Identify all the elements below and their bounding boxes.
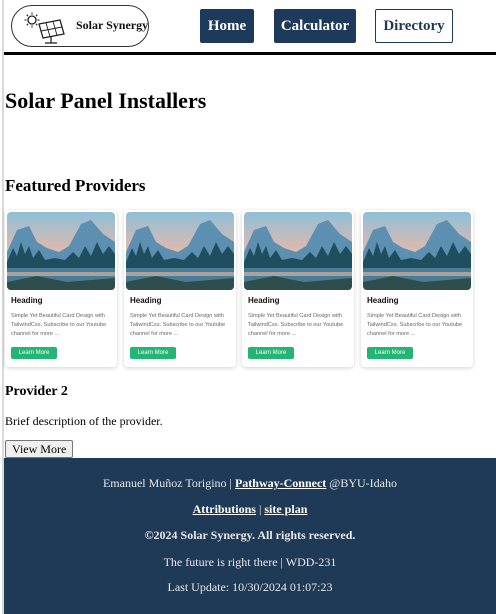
featured-providers-heading: Featured Providers <box>5 176 146 195</box>
footer-separator: | <box>258 502 262 516</box>
card-description: Simple Yet Beautiful Card Design with Ta… <box>367 313 463 337</box>
solar-panel-logo-icon <box>24 12 65 44</box>
landscape-image <box>126 212 234 290</box>
nav-directory-button[interactable]: Directory <box>375 9 453 43</box>
footer-copyright: ©2024 Solar Synergy. All rights reserved… <box>144 528 356 542</box>
provider-cards: Heading Simple Yet Beautiful Card Design… <box>5 210 475 368</box>
brand-name: Solar Synergy <box>76 18 149 32</box>
brand-logo[interactable]: Solar Synergy <box>11 5 149 47</box>
site-header: Solar Synergy Home Calculator Directory <box>0 0 496 55</box>
footer-last-update: Last Update: 10/30/2024 01:07:23 <box>167 580 333 594</box>
card-description: Simple Yet Beautiful Card Design with Ta… <box>248 313 344 337</box>
card-heading: Heading <box>248 296 280 305</box>
learn-more-button[interactable]: Learn More <box>367 347 413 359</box>
footer-credits: Emanuel Muñoz Torigino | Pathway-Connect… <box>4 476 496 491</box>
site-footer: Emanuel Muñoz Torigino | Pathway-Connect… <box>4 458 496 614</box>
footer-author: Emanuel Muñoz Torigino | <box>102 476 232 490</box>
landscape-image <box>363 212 471 290</box>
landscape-image <box>7 212 115 290</box>
card-heading: Heading <box>367 296 399 305</box>
learn-more-button[interactable]: Learn More <box>248 347 294 359</box>
provider-card: Heading Simple Yet Beautiful Card Design… <box>5 210 117 367</box>
provider-name: Provider 2 <box>5 384 68 399</box>
attributions-link[interactable]: Attributions <box>193 502 256 516</box>
provider-card: Heading Simple Yet Beautiful Card Design… <box>242 210 354 367</box>
provider-description: Brief description of the provider. <box>5 414 163 428</box>
card-heading: Heading <box>130 296 162 305</box>
card-description: Simple Yet Beautiful Card Design with Ta… <box>11 313 107 337</box>
nav-home-button[interactable]: Home <box>200 9 254 43</box>
provider-card: Heading Simple Yet Beautiful Card Design… <box>124 210 236 367</box>
page-title: Solar Panel Installers <box>5 88 207 113</box>
card-description: Simple Yet Beautiful Card Design with Ta… <box>130 313 226 337</box>
pathway-connect-link[interactable]: Pathway-Connect <box>235 476 326 490</box>
landscape-image <box>244 212 352 290</box>
card-heading: Heading <box>11 296 43 305</box>
learn-more-button[interactable]: Learn More <box>11 347 57 359</box>
header-divider <box>4 52 496 55</box>
provider-card: Heading Simple Yet Beautiful Card Design… <box>361 210 473 367</box>
view-more-button[interactable]: View More <box>5 440 74 458</box>
footer-school: @BYU-Idaho <box>329 476 398 490</box>
nav-calculator-button[interactable]: Calculator <box>274 9 356 43</box>
footer-tagline: The future is right there | WDD-231 <box>163 555 337 569</box>
site-plan-link[interactable]: site plan <box>264 502 307 516</box>
footer-links: Attributions | site plan <box>4 502 496 517</box>
learn-more-button[interactable]: Learn More <box>130 347 176 359</box>
